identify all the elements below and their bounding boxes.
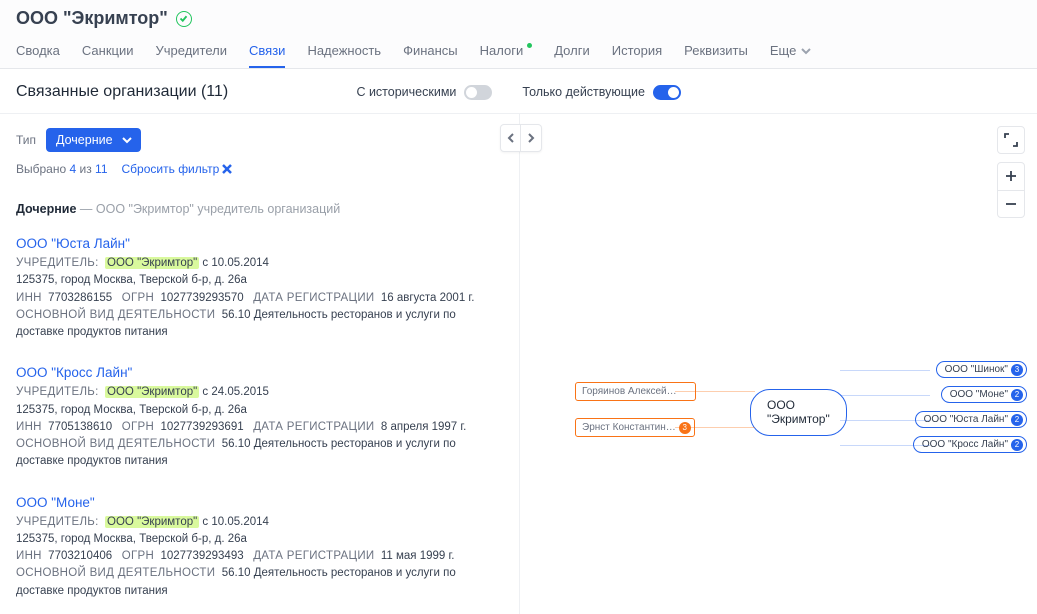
- verified-icon: [176, 11, 192, 27]
- graph-child-node[interactable]: ООО "Шинок"3: [936, 361, 1027, 378]
- toggle-historical-label: С историческими: [356, 85, 456, 99]
- graph-child-node[interactable]: ООО "Юста Лайн"2: [915, 411, 1027, 428]
- reset-filter-button[interactable]: Сбросить фильтр: [122, 162, 233, 176]
- toggle-active-only[interactable]: Только действующие: [522, 85, 681, 100]
- company-title: ООО "Экримтор": [16, 8, 168, 29]
- tab-учредители[interactable]: Учредители: [156, 37, 228, 68]
- page-header: ООО "Экримтор" СводкаСанкцииУчредителиСв…: [0, 0, 1037, 69]
- close-icon: [222, 164, 232, 174]
- selected-count: Выбрано 4 из 11: [16, 162, 108, 176]
- pager-prev-button[interactable]: [501, 125, 521, 151]
- org-name-link[interactable]: ООО "Моне": [16, 495, 503, 510]
- subheader: Связанные организации (11) С исторически…: [0, 69, 1037, 114]
- org-card: ООО "Кросс Лайн"УЧРЕДИТЕЛЬ: ООО "Экримто…: [0, 355, 519, 484]
- tab-финансы[interactable]: Финансы: [403, 37, 458, 68]
- toggle-historical[interactable]: С историческими: [356, 85, 492, 100]
- toggle-active-only-label: Только действующие: [522, 85, 645, 99]
- pager-next-button[interactable]: [521, 125, 541, 151]
- chevron-down-icon: [121, 134, 133, 146]
- org-name-link[interactable]: ООО "Кросс Лайн": [16, 365, 503, 380]
- section-title: Связанные организации (11): [16, 83, 228, 101]
- indicator-dot-icon: [527, 43, 532, 48]
- graph-center-node[interactable]: ООО"Экримтор": [750, 389, 847, 436]
- type-select-value: Дочерние: [56, 133, 113, 147]
- graph-panel[interactable]: ООО"Экримтор"Горяинов Алексей…Эрнст Конс…: [520, 114, 1037, 614]
- tab-надежность[interactable]: Надежность: [307, 37, 381, 68]
- panel-pager: [500, 124, 542, 152]
- type-select[interactable]: Дочерние: [46, 128, 141, 152]
- tab-налоги[interactable]: Налоги: [480, 37, 533, 68]
- tab-еще[interactable]: Еще: [770, 37, 812, 68]
- org-card: ООО "Моне"УЧРЕДИТЕЛЬ: ООО "Экримтор" с 1…: [0, 485, 519, 614]
- tab-связи[interactable]: Связи: [249, 37, 285, 68]
- tab-долги[interactable]: Долги: [554, 37, 589, 68]
- tab-реквизиты[interactable]: Реквизиты: [684, 37, 748, 68]
- left-panel: Тип Дочерние Выбрано 4 из 11 Сбросить фи…: [0, 114, 520, 614]
- org-card: ООО "Юста Лайн"УЧРЕДИТЕЛЬ: ООО "Экримтор…: [0, 226, 519, 355]
- tab-история[interactable]: История: [612, 37, 662, 68]
- tab-сводка[interactable]: Сводка: [16, 37, 60, 68]
- org-name-link[interactable]: ООО "Юста Лайн": [16, 236, 503, 251]
- type-label: Тип: [16, 133, 36, 147]
- main-tabs: Сводка Санкции Учредители Связи Надежность Фи…: [16, 37, 1021, 68]
- section-label: Дочерние — ООО "Экримтор" учредитель орг…: [0, 186, 519, 226]
- tab-санкции[interactable]: Санкции: [82, 37, 134, 68]
- graph-child-node[interactable]: ООО "Моне"2: [941, 386, 1027, 403]
- chevron-down-icon: [800, 45, 812, 57]
